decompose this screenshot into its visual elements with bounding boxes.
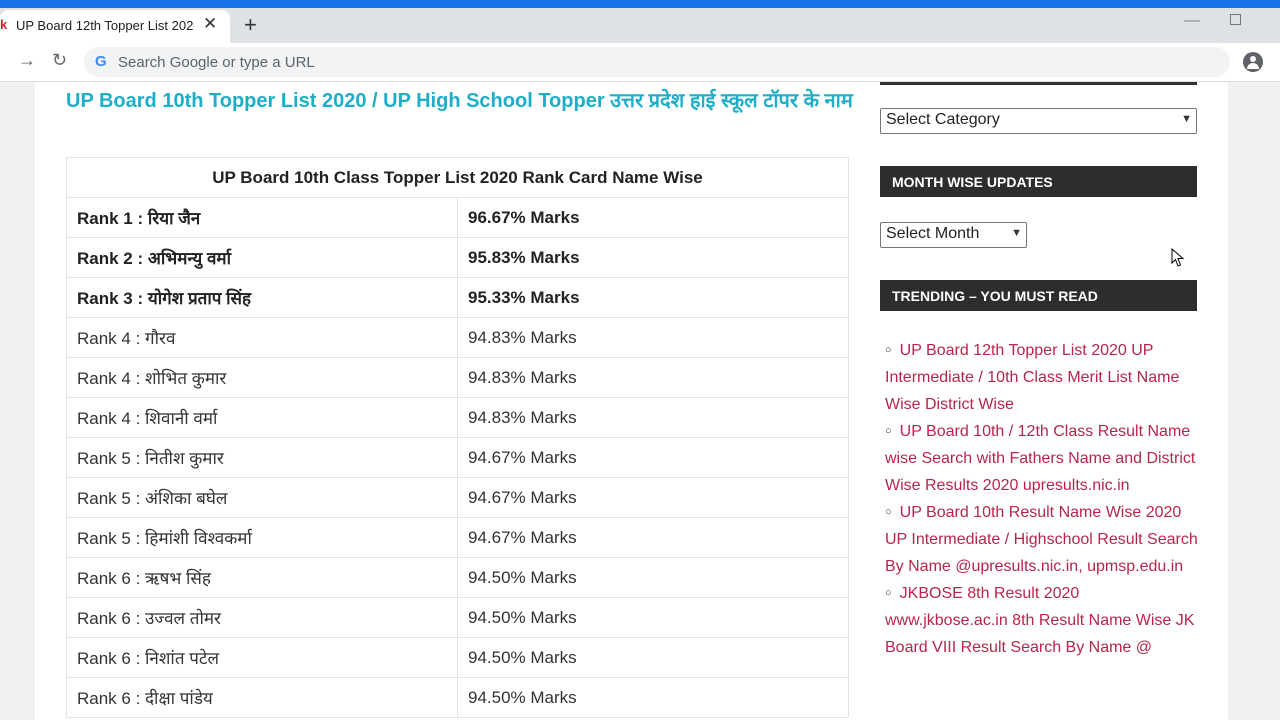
site-favicon-icon: k [0, 17, 8, 32]
address-bar[interactable]: G Search Google or type a URL [84, 47, 1230, 77]
marks-cell: 95.83% Marks [457, 237, 849, 278]
month-select-value: Select Month [886, 225, 980, 242]
marks-cell: 96.67% Marks [457, 197, 849, 238]
marks-cell: 94.50% Marks [457, 637, 849, 678]
rank-name-cell: Rank 4 : शिवानी वर्मा [66, 397, 458, 438]
tab-title: UP Board 12th Topper List 2020 U [16, 18, 194, 33]
tab-strip: k UP Board 12th Topper List 2020 U ✕ + — [0, 8, 1280, 43]
rank-name-cell: Rank 4 : शोभित कुमार [66, 357, 458, 398]
rank-name-cell: Rank 5 : हिमांशी विश्वकर्मा [66, 517, 458, 558]
table-row: Rank 6 : उज्वल तोमर 94.50% Marks [66, 597, 849, 638]
window-accent-bar [0, 0, 1280, 8]
month-select[interactable]: Select Month ▼ [880, 222, 1027, 248]
marks-cell: 94.50% Marks [457, 677, 849, 718]
chevron-down-icon: ▼ [1011, 227, 1022, 239]
address-placeholder: Search Google or type a URL [118, 54, 315, 71]
trending-link[interactable]: ○ UP Board 10th / 12th Class Result Name … [885, 418, 1200, 499]
mouse-cursor-icon [1171, 248, 1185, 267]
reload-icon[interactable]: ↻ [52, 50, 67, 71]
table-row: Rank 6 : निशांत पटेल 94.50% Marks [66, 637, 849, 678]
new-tab-button[interactable]: + [244, 12, 257, 38]
sidebar-divider [880, 82, 1197, 85]
table-row: Rank 4 : गौरव 94.83% Marks [66, 317, 849, 358]
rank-name-cell: Rank 6 : उज्वल तोमर [66, 597, 458, 638]
marks-cell: 94.83% Marks [457, 357, 849, 398]
rank-name-cell: Rank 3 : योगेश प्रताप सिंह [66, 277, 458, 318]
marks-cell: 94.50% Marks [457, 557, 849, 598]
month-widget-title: MONTH WISE UPDATES [880, 166, 1197, 197]
circle-bullet-icon: ○ [885, 506, 892, 518]
circle-bullet-icon: ○ [885, 425, 892, 437]
rank-name-cell: Rank 6 : ऋषभ सिंह [66, 557, 458, 598]
category-select[interactable]: Select Category ▼ [880, 108, 1197, 134]
browser-toolbar: → ↻ G Search Google or type a URL [0, 43, 1280, 82]
table-row: Rank 4 : शिवानी वर्मा 94.83% Marks [66, 397, 849, 438]
table-row: Rank 5 : हिमांशी विश्वकर्मा 94.67% Marks [66, 517, 849, 558]
marks-cell: 94.83% Marks [457, 397, 849, 438]
google-icon: G [95, 53, 107, 70]
minimize-window-icon[interactable]: — [1184, 12, 1200, 30]
restore-window-icon[interactable] [1230, 14, 1241, 25]
category-select-value: Select Category [886, 111, 1000, 128]
trending-list: ○ UP Board 12th Topper List 2020 UP Inter… [885, 337, 1200, 661]
rank-name-cell: Rank 6 : दीक्षा पांडेय [66, 677, 458, 718]
table-row: Rank 4 : शोभित कुमार 94.83% Marks [66, 357, 849, 398]
trending-link[interactable]: ○ JKBOSE 8th Result 2020 www.jkbose.ac.in… [885, 580, 1200, 661]
table-row: Rank 2 : अभिमन्यु वर्मा 95.83% Marks [66, 237, 849, 278]
chevron-down-icon: ▼ [1181, 113, 1192, 125]
rank-name-cell: Rank 6 : निशांत पटेल [66, 637, 458, 678]
marks-cell: 94.83% Marks [457, 317, 849, 358]
table-row: Rank 5 : अंशिका बघेल 94.67% Marks [66, 477, 849, 518]
marks-cell: 94.67% Marks [457, 517, 849, 558]
profile-avatar-icon[interactable] [1243, 52, 1263, 72]
circle-bullet-icon: ○ [885, 587, 892, 599]
table-row: Rank 3 : योगेश प्रताप सिंह 95.33% Marks [66, 277, 849, 318]
table-row: Rank 6 : ऋषभ सिंह 94.50% Marks [66, 557, 849, 598]
rank-name-cell: Rank 1 : रिया जैन [66, 197, 458, 238]
topper-table: UP Board 10th Class Topper List 2020 Ran… [66, 157, 849, 718]
trending-link[interactable]: ○ UP Board 10th Result Name Wise 2020 UP … [885, 499, 1200, 580]
browser-tab[interactable]: k UP Board 12th Topper List 2020 U ✕ [0, 10, 230, 43]
circle-bullet-icon: ○ [885, 344, 892, 356]
marks-cell: 95.33% Marks [457, 277, 849, 318]
table-row: Rank 6 : दीक्षा पांडेय 94.50% Marks [66, 677, 849, 718]
marks-cell: 94.67% Marks [457, 477, 849, 518]
trending-link[interactable]: ○ UP Board 12th Topper List 2020 UP Inter… [885, 337, 1200, 418]
web-page: UP Board 10th Topper List 2020 / UP High… [35, 82, 1228, 720]
rank-name-cell: Rank 4 : गौरव [66, 317, 458, 358]
table-row: Rank 5 : नितीश कुमार 94.67% Marks [66, 437, 849, 478]
trending-widget-title: TRENDING – YOU MUST READ [880, 280, 1197, 311]
table-title: UP Board 10th Class Topper List 2020 Ran… [66, 157, 849, 198]
rank-name-cell: Rank 5 : नितीश कुमार [66, 437, 458, 478]
marks-cell: 94.67% Marks [457, 437, 849, 478]
article-heading: UP Board 10th Topper List 2020 / UP High… [66, 90, 853, 112]
rank-name-cell: Rank 5 : अंशिका बघेल [66, 477, 458, 518]
close-tab-icon[interactable]: ✕ [203, 14, 217, 34]
rank-name-cell: Rank 2 : अभिमन्यु वर्मा [66, 237, 458, 278]
table-row: Rank 1 : रिया जैन 96.67% Marks [66, 197, 849, 238]
forward-icon[interactable]: → [18, 50, 36, 71]
marks-cell: 94.50% Marks [457, 597, 849, 638]
